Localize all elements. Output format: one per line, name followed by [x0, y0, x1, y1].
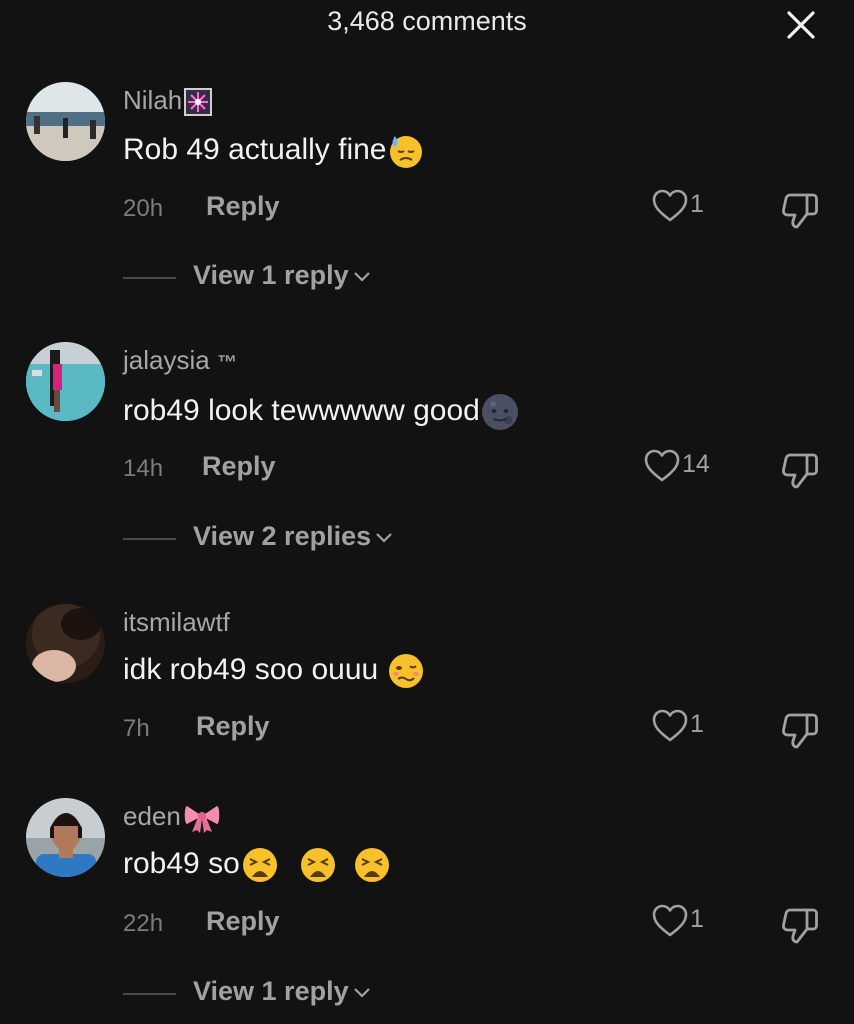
reply-button[interactable]: Reply	[206, 906, 280, 937]
thumbs-down-icon	[782, 908, 818, 944]
chevron-down-icon	[376, 533, 392, 543]
comment-timestamp: 7h	[123, 715, 150, 742]
sparkler-emoji-icon	[184, 88, 213, 117]
weary-face-emoji-icon	[242, 848, 277, 882]
view-replies-label: View 1 reply	[193, 976, 371, 1007]
dislike-button[interactable]	[780, 450, 820, 490]
like-count: 1	[690, 710, 704, 738]
heart-outline-icon	[652, 904, 688, 937]
comment-item: itsmilawtf idk rob49 soo ouuu 7h Reply 1	[0, 602, 854, 752]
comment-timestamp: 14h	[123, 455, 164, 482]
comment-item: jalaysia ™ rob49 look tewwwww good 14h R…	[0, 340, 854, 560]
heart-outline-icon	[644, 449, 680, 482]
comment-timestamp: 20h	[123, 195, 164, 222]
dislike-button[interactable]	[780, 190, 820, 230]
close-button[interactable]	[782, 6, 820, 44]
thumbs-down-icon	[782, 713, 818, 749]
avatar[interactable]	[26, 604, 105, 683]
trademark-badge: ™	[216, 352, 237, 374]
avatar[interactable]	[26, 82, 105, 161]
heart-outline-icon	[652, 189, 688, 222]
downcast-face-with-sweat-emoji-icon	[389, 136, 422, 168]
new-moon-face-emoji-icon	[481, 394, 518, 430]
divider-line	[123, 538, 176, 540]
woozy-face-emoji-icon	[388, 654, 423, 688]
dislike-button[interactable]	[780, 905, 820, 945]
avatar[interactable]	[26, 798, 105, 877]
ribbon-emoji-icon	[184, 806, 220, 834]
comment-text: rob49 look tewwwww good	[123, 392, 520, 432]
weary-face-emoji-icon	[301, 848, 336, 882]
reply-button[interactable]: Reply	[206, 191, 280, 222]
comment-username[interactable]: Nilah	[123, 85, 213, 117]
thumbs-down-icon	[782, 193, 818, 229]
reply-button[interactable]: Reply	[202, 451, 276, 482]
comment-username[interactable]: jalaysia ™	[123, 345, 237, 376]
heart-outline-icon	[652, 709, 688, 742]
comments-count-title: 3,468 comments	[327, 6, 527, 36]
like-count: 14	[682, 450, 710, 478]
reply-button[interactable]: Reply	[196, 711, 270, 742]
like-count: 1	[690, 905, 704, 933]
avatar[interactable]	[26, 342, 105, 421]
chevron-down-icon	[353, 272, 370, 282]
comment-username[interactable]: eden	[123, 801, 221, 834]
comment-timestamp: 22h	[123, 910, 164, 937]
chevron-down-icon	[353, 988, 370, 998]
view-replies-label: View 2 replies	[193, 521, 393, 552]
close-icon	[787, 11, 815, 39]
thumbs-down-icon	[782, 453, 818, 489]
comment-text: Rob 49 actually fine	[123, 132, 425, 170]
divider-line	[123, 993, 176, 995]
divider-line	[123, 277, 176, 279]
weary-face-emoji-icon	[355, 848, 390, 882]
like-count: 1	[690, 190, 704, 218]
comments-header: 3,468 comments	[0, 0, 854, 48]
comment-text: rob49 so	[123, 846, 392, 884]
comment-item: eden rob49 so 22h Reply 1 View 1 reply	[0, 796, 854, 1024]
view-replies-label: View 1 reply	[193, 260, 371, 291]
comment-text: idk rob49 soo ouuu	[123, 652, 425, 690]
dislike-button[interactable]	[780, 710, 820, 750]
comment-username[interactable]: itsmilawtf	[123, 607, 230, 638]
comment-item: Nilah Rob 49 actually fine 20h Reply 1 V…	[0, 80, 854, 300]
